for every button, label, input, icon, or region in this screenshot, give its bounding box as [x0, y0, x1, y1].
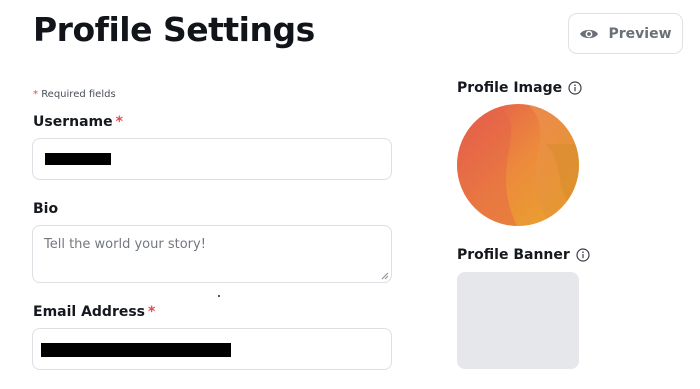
username-label-text: Username: [33, 114, 113, 130]
bio-textarea[interactable]: Tell the world your story!: [32, 225, 392, 283]
profile-image-label: Profile Image: [457, 80, 582, 96]
profile-image-avatar[interactable]: [457, 104, 579, 226]
profile-banner-label-text: Profile Banner: [457, 247, 570, 263]
resize-handle-icon[interactable]: [381, 272, 389, 280]
profile-image-label-text: Profile Image: [457, 80, 563, 96]
required-note-text: Required fields: [41, 89, 116, 100]
email-label: Email Address *: [33, 304, 155, 320]
bio-label: Bio: [33, 201, 59, 217]
info-icon[interactable]: [576, 248, 590, 262]
preview-label: Preview: [608, 25, 672, 42]
profile-banner-placeholder[interactable]: [457, 272, 579, 369]
stray-dot: [218, 295, 220, 297]
email-input[interactable]: [32, 328, 392, 370]
required-star: *: [115, 114, 123, 130]
bio-placeholder: Tell the world your story!: [44, 237, 206, 252]
redacted-email: [41, 343, 231, 357]
profile-banner-label: Profile Banner: [457, 247, 590, 263]
redacted-username: [45, 153, 111, 165]
username-label: Username *: [33, 114, 123, 130]
required-star: *: [148, 304, 156, 320]
info-icon[interactable]: [568, 81, 582, 95]
required-star: *: [33, 89, 38, 100]
avatar-gradient-art: [457, 104, 579, 226]
page-title: Profile Settings: [33, 10, 315, 49]
required-fields-note: * Required fields: [33, 89, 116, 100]
email-label-text: Email Address: [33, 304, 146, 320]
eye-icon: [580, 29, 599, 38]
preview-button[interactable]: Preview: [568, 13, 683, 54]
username-input[interactable]: [32, 138, 392, 180]
